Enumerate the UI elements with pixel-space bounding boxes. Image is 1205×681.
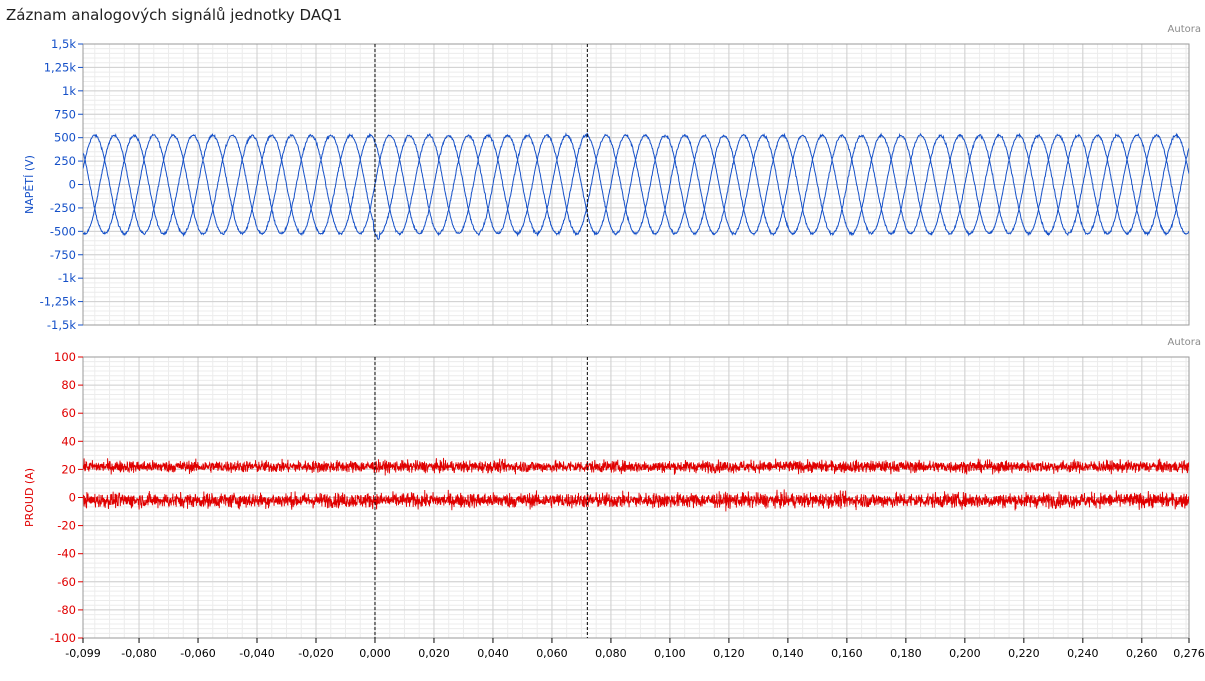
y-axis-label: NAPĚTÍ (V) bbox=[23, 155, 36, 214]
x-tick-label: -0,080 bbox=[121, 647, 156, 660]
y-tick-label: -750 bbox=[50, 248, 76, 262]
x-tick-label: 0,220 bbox=[1008, 647, 1040, 660]
y-tick-label: 40 bbox=[61, 434, 76, 448]
y-tick-label: -1,25k bbox=[40, 295, 77, 309]
y-tick-label: 100 bbox=[54, 350, 76, 364]
y-tick-label: 1,5k bbox=[51, 37, 76, 51]
current-panel: 100 80 60 40 20 0 -20 -40 -60 -80 -100 PROUD (A) bbox=[23, 350, 1190, 645]
y-tick-label: 0 bbox=[69, 178, 76, 192]
y-tick-label: -500 bbox=[50, 224, 76, 238]
y-tick-label: 60 bbox=[61, 406, 76, 420]
y-tick-label: 20 bbox=[61, 462, 76, 476]
x-tick-label: 0,040 bbox=[477, 647, 509, 660]
y-tick-label: 500 bbox=[54, 131, 76, 145]
y-tick-label: 750 bbox=[54, 107, 76, 121]
y-tick-label: 1,25k bbox=[44, 60, 77, 74]
current-series-group bbox=[83, 457, 1189, 512]
x-tick-label: -0,020 bbox=[298, 647, 333, 660]
y-tick-label: -20 bbox=[57, 519, 76, 533]
y-tick-label: 250 bbox=[54, 154, 76, 168]
x-tick-label: 0,080 bbox=[595, 647, 627, 660]
x-tick-label: 0,020 bbox=[418, 647, 450, 660]
y-tick-label: 0 bbox=[69, 491, 76, 505]
y-tick-label: -100 bbox=[50, 631, 76, 645]
x-tick-label: -0,060 bbox=[180, 647, 215, 660]
y-axis-label: PROUD (A) bbox=[23, 468, 36, 527]
x-tick-label: 0,060 bbox=[536, 647, 568, 660]
x-tick-label: 0,260 bbox=[1126, 647, 1158, 660]
x-tick-label: -0,040 bbox=[239, 647, 274, 660]
x-tick-label: 0,160 bbox=[831, 647, 863, 660]
y-tick-label: 80 bbox=[61, 378, 76, 392]
x-tick-label: 0,000 bbox=[359, 647, 391, 660]
x-tick-label: 0,240 bbox=[1067, 647, 1099, 660]
y-tick-label: -60 bbox=[57, 575, 76, 589]
x-tick-label: 0,200 bbox=[949, 647, 981, 660]
x-tick-label: -0,099 bbox=[65, 647, 100, 660]
x-tick-label: 0,276 bbox=[1173, 647, 1205, 660]
x-tick-label: 0,100 bbox=[654, 647, 686, 660]
y-tick-label: -1,5k bbox=[47, 318, 76, 332]
y-tick-label: -250 bbox=[50, 201, 76, 215]
y-tick-label: -1k bbox=[58, 271, 76, 285]
y-tick-label: -40 bbox=[57, 547, 76, 561]
voltage-panel: 1,5k 1,25k 1k 750 500 250 0 -250 -500 -750 -1k -1,2… bbox=[23, 37, 1190, 332]
chart-canvas[interactable]: 1,5k 1,25k 1k 750 500 250 0 -250 -500 -750 -1k -1,2… bbox=[0, 0, 1205, 681]
y-tick-label: 1k bbox=[62, 84, 76, 98]
x-tick-label: 0,180 bbox=[890, 647, 922, 660]
x-tick-label: 0,120 bbox=[713, 647, 745, 660]
x-tick-label: 0,140 bbox=[772, 647, 804, 660]
voltage-series-group bbox=[83, 132, 1189, 241]
y-tick-label: -80 bbox=[57, 603, 76, 617]
